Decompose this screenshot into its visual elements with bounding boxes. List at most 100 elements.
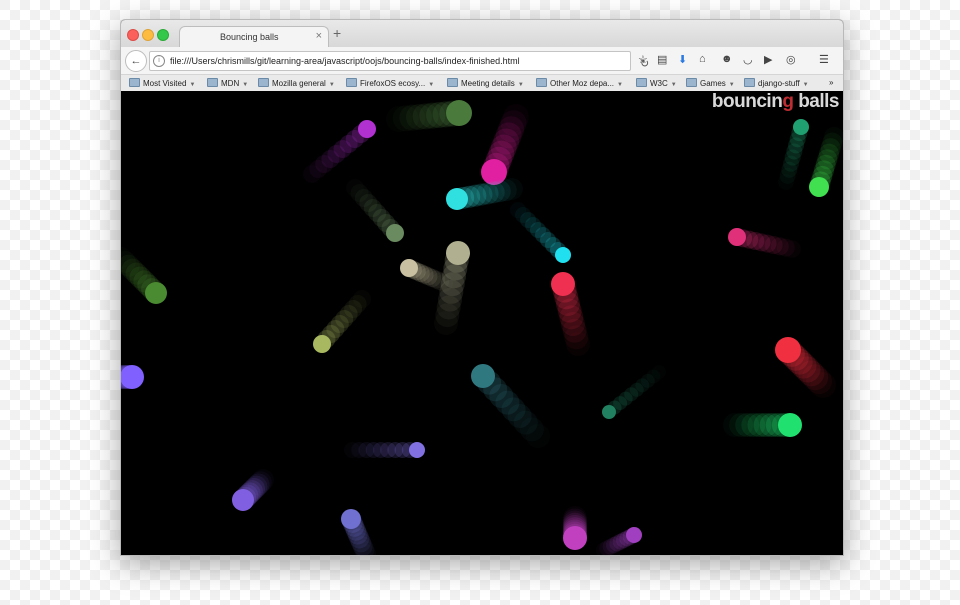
chevron-down-icon: ▼	[728, 82, 735, 88]
ball-13	[313, 295, 367, 353]
ball-head	[232, 489, 254, 511]
ball-12	[551, 272, 589, 350]
ball-head	[563, 526, 587, 550]
globe-icon[interactable]: ◎	[786, 53, 796, 66]
back-arrow-icon: ←	[130, 55, 142, 67]
folder-icon	[744, 78, 755, 87]
ball-1	[309, 120, 376, 178]
ball-14	[775, 337, 833, 395]
ball-head	[775, 337, 801, 363]
ball-head	[446, 100, 472, 126]
ball-head	[551, 272, 575, 296]
bookmark-django-stuff[interactable]: django-stuff ▼	[744, 78, 809, 88]
ball-head	[555, 247, 571, 263]
ball-22	[563, 508, 587, 550]
close-window-button[interactable]	[127, 29, 139, 41]
star-icon[interactable]: ☆	[638, 53, 648, 66]
back-button[interactable]: ←	[125, 50, 147, 72]
ball-head	[809, 177, 829, 197]
ball-head	[602, 405, 616, 419]
bookmark-games[interactable]: Games ▼	[686, 78, 735, 88]
ball-head	[446, 188, 468, 210]
bookmark-label: W3C	[650, 79, 668, 88]
ball-2	[481, 110, 527, 185]
bookmark-meeting-details[interactable]: Meeting details ▼	[447, 78, 524, 88]
ball-8	[350, 184, 404, 242]
ball-21	[341, 509, 375, 555]
logo-text-post: balls	[793, 91, 839, 112]
folder-icon	[536, 78, 547, 87]
ball-head	[358, 120, 376, 138]
folder-icon	[686, 78, 697, 87]
ball-head	[446, 241, 470, 265]
ball-head	[313, 335, 331, 353]
navigation-bar: ← i file:///Users/chrismills/git/learnin…	[121, 47, 843, 75]
logo-text-g: g	[782, 91, 794, 112]
folder-icon	[636, 78, 647, 87]
minimize-window-button[interactable]	[142, 29, 154, 41]
home-icon[interactable]: ⌂	[699, 53, 706, 65]
ball-head	[121, 365, 144, 389]
logo-text-pre: bouncin	[711, 91, 783, 112]
chat-icon[interactable]: ☻	[721, 53, 733, 65]
chevron-down-icon: ▼	[189, 82, 196, 88]
ball-20	[232, 471, 272, 511]
bookmark-label: Games	[700, 79, 726, 88]
bookmarks-toolbar: Most Visited ▼ MDN ▼ Mozilla general ▼ Fire…	[121, 75, 843, 92]
bouncing-balls-canvas: bouncing balls	[121, 91, 843, 555]
folder-icon	[346, 78, 357, 87]
address-bar[interactable]: i file:///Users/chrismills/git/learning-…	[149, 51, 649, 71]
ball-head	[728, 228, 746, 246]
bookmark-other-moz[interactable]: Other Moz depa... ▼	[536, 78, 623, 88]
ball-11	[121, 250, 167, 304]
ball-5	[779, 119, 809, 184]
url-text: file:///Users/chrismills/git/learning-ar…	[170, 56, 520, 66]
ball-head	[409, 442, 425, 458]
bookmark-w3c[interactable]: W3C ▼	[636, 78, 677, 88]
ball-0	[392, 100, 472, 132]
ball-7	[728, 228, 795, 257]
new-tab-button[interactable]: +	[333, 25, 341, 41]
zoom-window-button[interactable]	[157, 29, 169, 41]
bookmark-label: Meeting details	[461, 79, 515, 88]
pocket-icon[interactable]: ◡	[743, 53, 753, 66]
info-icon[interactable]: i	[153, 55, 165, 67]
ball-head	[386, 224, 404, 242]
bouncing-balls-logo: bouncing balls	[711, 91, 840, 113]
ball-head	[778, 413, 802, 437]
chevron-down-icon: ▼	[802, 82, 809, 88]
ball-15	[121, 365, 144, 389]
ball-head	[341, 509, 361, 529]
bookmarks-overflow-button[interactable]: »	[829, 78, 833, 87]
download-icon[interactable]: ⬇	[678, 53, 687, 66]
bookmark-label: Other Moz depa...	[550, 79, 615, 88]
ball-head	[793, 119, 809, 135]
tab-bouncing-balls[interactable]: Bouncing balls ×	[179, 26, 329, 48]
tab-close-icon[interactable]: ×	[316, 30, 322, 42]
bookmark-label: MDN	[221, 79, 240, 88]
chevron-down-icon: ▼	[242, 82, 249, 88]
chevron-down-icon: ▼	[328, 82, 335, 88]
folder-icon	[258, 78, 269, 87]
bookmark-label: Most Visited	[143, 79, 187, 88]
bookmark-mdn[interactable]: MDN ▼	[207, 78, 248, 88]
bookmark-label: Mozilla general	[272, 79, 326, 88]
reading-list-icon[interactable]: ▤	[657, 53, 667, 66]
youtube-icon[interactable]: ▶	[764, 53, 772, 66]
bookmark-label: django-stuff	[758, 79, 800, 88]
ball-6	[809, 132, 843, 197]
ball-19	[351, 442, 425, 458]
ball-18	[729, 413, 802, 437]
menu-icon[interactable]: ☰	[819, 53, 829, 66]
chevron-down-icon: ▼	[517, 82, 524, 88]
bookmark-firefoxos[interactable]: FirefoxOS ecosy... ▼	[346, 78, 434, 88]
balls-svg	[121, 100, 843, 555]
bookmark-label: FirefoxOS ecosy...	[360, 79, 426, 88]
ball-head	[400, 259, 418, 277]
ball-head	[471, 364, 495, 388]
bookmark-most-visited[interactable]: Most Visited ▼	[129, 78, 195, 88]
bookmark-mozilla-general[interactable]: Mozilla general ▼	[258, 78, 335, 88]
ball-head	[145, 282, 167, 304]
chevron-down-icon: ▼	[428, 82, 435, 88]
ball-23	[599, 527, 642, 555]
